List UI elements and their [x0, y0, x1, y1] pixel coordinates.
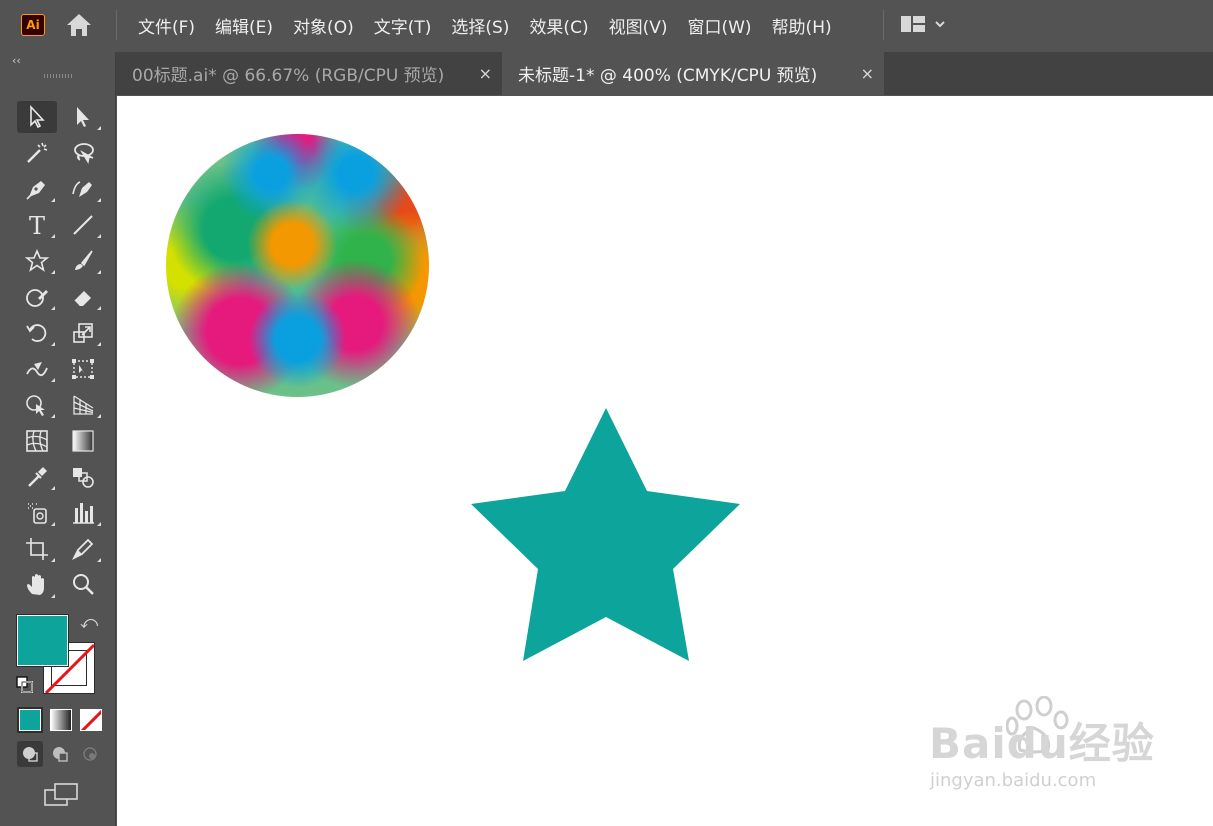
- draw-behind-button[interactable]: [47, 741, 73, 767]
- menu-view[interactable]: 视图(V): [599, 13, 678, 38]
- menu-edit[interactable]: 编辑(E): [205, 13, 283, 38]
- default-fill-stroke-icon[interactable]: [16, 676, 34, 694]
- draw-normal-button[interactable]: [17, 741, 43, 767]
- menu-help[interactable]: 帮助(H): [762, 13, 842, 38]
- menu-divider: [883, 10, 884, 40]
- artboard-canvas[interactable]: Baidu经验 jingyan.baidu.com: [117, 96, 1213, 826]
- draw-inside-icon: [83, 747, 97, 761]
- magic-wand-tool-icon[interactable]: [17, 137, 57, 169]
- hand-tool-icon[interactable]: [17, 569, 57, 601]
- star-tool-icon[interactable]: [17, 245, 57, 277]
- panel-grip[interactable]: [44, 74, 74, 78]
- selection-tool-icon[interactable]: [17, 101, 57, 133]
- eraser-tool-icon[interactable]: [63, 281, 103, 313]
- tab-label: 未标题-1* @ 400% (CMYK/CPU 预览): [518, 66, 818, 86]
- draw-normal-icon: [23, 747, 38, 762]
- mesh-tool-icon[interactable]: [17, 425, 57, 457]
- scale-tool-icon[interactable]: [63, 317, 103, 349]
- gradient-mode-button[interactable]: [50, 709, 72, 731]
- pen-tool-icon[interactable]: [17, 173, 57, 205]
- line-segment-tool-icon[interactable]: [63, 209, 103, 241]
- artboard-tool-icon[interactable]: [17, 533, 57, 565]
- menu-object[interactable]: 对象(O): [283, 13, 364, 38]
- fill-color-swatch[interactable]: [16, 614, 69, 667]
- direct-selection-tool-icon[interactable]: [63, 101, 103, 133]
- warp-tool-icon[interactable]: [17, 353, 57, 385]
- slice-tool-icon[interactable]: [63, 533, 103, 565]
- shape-builder-tool-icon[interactable]: [17, 389, 57, 421]
- blend-tool-icon[interactable]: [63, 461, 103, 493]
- tab-document-00[interactable]: 00标题.ai* @ 66.67% (RGB/CPU 预览) ×: [116, 52, 502, 95]
- illustrator-logo-icon: Ai: [21, 14, 45, 36]
- type-tool-icon[interactable]: T: [17, 209, 57, 241]
- watermark-url: jingyan.baidu.com: [930, 770, 1097, 791]
- zoom-tool-icon[interactable]: [63, 569, 103, 601]
- rotate-tool-icon[interactable]: [17, 317, 57, 349]
- menu-window[interactable]: 窗口(W): [677, 13, 761, 38]
- home-icon[interactable]: [65, 12, 93, 38]
- menu-effect[interactable]: 效果(C): [519, 13, 598, 38]
- color-mode-button[interactable]: [17, 707, 43, 733]
- menu-bar: Ai 文件(F) 编辑(E) 对象(O) 文字(T) 选择(S) 效果(C) 视…: [0, 0, 1213, 51]
- column-graph-tool-icon[interactable]: [63, 497, 103, 529]
- teal-star-shape[interactable]: [471, 407, 743, 665]
- curvature-tool-icon[interactable]: [63, 173, 103, 205]
- free-transform-tool-icon[interactable]: [63, 353, 103, 385]
- draw-inside-button[interactable]: [77, 741, 103, 767]
- main-menu: 文件(F) 编辑(E) 对象(O) 文字(T) 选择(S) 效果(C) 视图(V…: [128, 0, 842, 51]
- paintbrush-tool-icon[interactable]: [63, 245, 103, 277]
- document-tab-bar: 00标题.ai* @ 66.67% (RGB/CPU 预览) × 未标题-1* …: [116, 52, 1213, 95]
- close-icon[interactable]: ×: [861, 64, 874, 83]
- draw-behind-icon: [53, 747, 68, 762]
- workspace-switcher-icon[interactable]: [900, 14, 952, 36]
- tab-label: 00标题.ai* @ 66.67% (RGB/CPU 预览): [132, 66, 445, 86]
- menu-select[interactable]: 选择(S): [441, 13, 519, 38]
- perspective-grid-tool-icon[interactable]: [63, 389, 103, 421]
- menu-type[interactable]: 文字(T): [364, 13, 442, 38]
- eyedropper-tool-icon[interactable]: [17, 461, 57, 493]
- tab-document-untitled-1[interactable]: 未标题-1* @ 400% (CMYK/CPU 预览) ×: [502, 52, 884, 95]
- change-screen-mode-icon[interactable]: [43, 782, 79, 808]
- close-icon[interactable]: ×: [479, 64, 492, 83]
- menu-file[interactable]: 文件(F): [128, 13, 205, 38]
- baidu-jingyan-watermark: Baidu经验: [929, 719, 1155, 768]
- gradient-tool-icon[interactable]: [63, 425, 103, 457]
- none-color-slash-icon: [81, 710, 101, 730]
- svg-text:T: T: [29, 212, 45, 240]
- lasso-tool-icon[interactable]: [63, 137, 103, 169]
- none-mode-button[interactable]: [80, 709, 102, 731]
- menu-divider: [116, 10, 117, 40]
- symbol-sprayer-tool-icon[interactable]: [17, 497, 57, 529]
- swap-fill-stroke-icon[interactable]: ⤺: [80, 613, 98, 633]
- freeform-gradient-circle[interactable]: [166, 134, 429, 397]
- shaper-tool-icon[interactable]: [17, 281, 57, 313]
- collapse-panel-icon[interactable]: ‹‹: [12, 54, 21, 67]
